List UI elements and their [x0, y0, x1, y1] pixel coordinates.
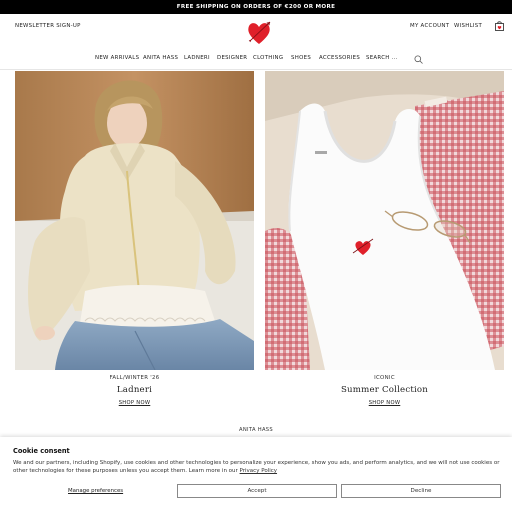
- nav-item-ladneri[interactable]: LADNERI: [184, 55, 210, 61]
- search-icon[interactable]: [414, 55, 423, 64]
- decline-button[interactable]: Decline: [341, 484, 501, 498]
- cookie-consent-banner: Cookie consent We and our partners, incl…: [0, 437, 512, 512]
- feature-image-ladneri[interactable]: [15, 71, 254, 370]
- site-header: NEWSLETTER SIGN-UP MY ACCOUNT WISHLIST N…: [0, 14, 512, 70]
- shop-now-link-summer[interactable]: SHOP NOW: [265, 400, 504, 406]
- nav-item-shoes[interactable]: SHOES: [291, 55, 311, 61]
- heart-arrow-logo-icon[interactable]: [245, 19, 273, 47]
- announcement-bar: FREE SHIPPING ON ORDERS OF €200 OR MORE: [0, 0, 512, 14]
- manage-preferences-link[interactable]: Manage preferences: [68, 488, 123, 494]
- feature-overline-ladneri: FALL/WINTER '26: [109, 375, 160, 381]
- my-account-link[interactable]: MY ACCOUNT: [410, 23, 449, 29]
- feature-title-summer: Summer Collection: [340, 385, 429, 395]
- newsletter-signup-link[interactable]: NEWSLETTER SIGN-UP: [15, 23, 81, 29]
- shop-now-link-ladneri[interactable]: SHOP NOW: [15, 400, 254, 406]
- section-label: ANITA HASS: [239, 427, 273, 433]
- cookie-title: Cookie consent: [13, 447, 70, 455]
- accept-button[interactable]: Accept: [177, 484, 337, 498]
- nav-item-accessories[interactable]: ACCESSORIES: [319, 55, 360, 61]
- nav-item-clothing[interactable]: CLOTHING: [253, 55, 283, 61]
- search-input[interactable]: SEARCH ...: [366, 55, 398, 61]
- shopping-bag-icon[interactable]: [495, 21, 504, 31]
- privacy-policy-link[interactable]: Privacy Policy: [240, 468, 277, 474]
- nav-item-new-arrivals[interactable]: NEW ARRIVALS: [95, 55, 139, 61]
- main-navigation: NEW ARRIVALS ANITA HASS LADNERI DESIGNER…: [0, 55, 512, 67]
- feature-overline-summer: ICONIC: [374, 375, 395, 381]
- nav-item-designer[interactable]: DESIGNER: [217, 55, 247, 61]
- wishlist-link[interactable]: WISHLIST: [454, 23, 482, 29]
- nav-item-anita-hass[interactable]: ANITA HASS: [143, 55, 178, 61]
- cookie-description: We and our partners, including Shopify, …: [13, 459, 501, 475]
- announcement-text: FREE SHIPPING ON ORDERS OF €200 OR MORE: [176, 4, 336, 10]
- feature-image-summer-collection[interactable]: [265, 71, 504, 370]
- feature-title-ladneri: Ladneri: [116, 385, 153, 395]
